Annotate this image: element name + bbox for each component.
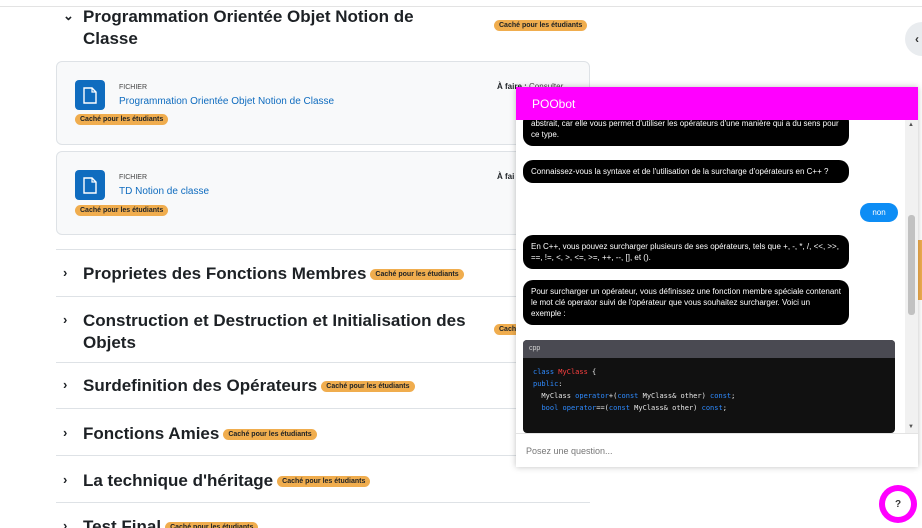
section-title[interactable]: Construction et Destruction et Initialis…	[83, 310, 466, 332]
side-badge-strip	[918, 240, 922, 300]
section-divider	[56, 362, 590, 363]
section-header-construction[interactable]: › Construction et Destruction et Initial…	[63, 310, 466, 354]
hidden-badge: Caché pour les étudiants	[75, 114, 169, 125]
chevron-down-icon: ⌄	[63, 8, 74, 23]
activity-card: FICHIER Programmation Orientée Objet Not…	[56, 61, 590, 145]
code-block: cpp class MyClass { public: MyClass oper…	[523, 340, 895, 433]
code-language: cpp	[523, 340, 895, 358]
chevron-right-icon: ›	[63, 472, 68, 487]
section-title-line2[interactable]: Objets	[83, 332, 466, 354]
section-divider	[56, 502, 590, 503]
chevron-left-icon: ‹	[915, 32, 919, 46]
hidden-badge: Caché pour les étudiants	[370, 269, 464, 280]
section-header-fonctions-amies[interactable]: › Fonctions Amies Caché pour les étudian…	[63, 423, 317, 445]
activity-type: FICHIER	[119, 84, 147, 91]
chatbot-messages[interactable]: abstrait, car elle vous permet d'utilise…	[516, 120, 918, 433]
chatbot-window: POObot abstrait, car elle vous permet d'…	[516, 87, 918, 467]
activity-type: FICHIER	[119, 174, 147, 181]
file-icon	[75, 170, 105, 200]
chevron-right-icon: ›	[63, 425, 68, 440]
activity-link[interactable]: TD Notion de classe	[119, 186, 209, 197]
bot-message: En C++, vous pouvez surcharger plusieurs…	[523, 235, 849, 269]
completion-status: À fai	[497, 172, 515, 181]
hidden-badge: Caché pour les étudiants	[277, 476, 371, 487]
file-icon	[75, 80, 105, 110]
section-divider	[56, 455, 590, 456]
chevron-right-icon: ›	[63, 518, 68, 528]
hidden-badge: Caché pour les étudiants	[223, 429, 317, 440]
hidden-badge: Caché pour les étudiants	[75, 205, 169, 216]
section-header-surdefinition[interactable]: › Surdefinition des Opérateurs Caché pou…	[63, 375, 415, 397]
section-title[interactable]: Proprietes des Fonctions Membres	[83, 263, 366, 285]
section-header-proprietes[interactable]: › Proprietes des Fonctions Membres Caché…	[63, 263, 464, 285]
question-mark-icon: ?	[885, 491, 911, 517]
section-title[interactable]: Programmation Orientée Objet Notion de	[83, 6, 414, 28]
chevron-right-icon: ›	[63, 265, 68, 280]
chatbot-title: POObot	[532, 97, 576, 111]
section-title[interactable]: Fonctions Amies	[83, 423, 219, 445]
drawer-toggle-button[interactable]: ‹	[905, 22, 922, 56]
section-title-line2[interactable]: Classe	[83, 28, 414, 50]
chevron-right-icon: ›	[63, 312, 68, 327]
activity-card: FICHIER TD Notion de classe Caché pour l…	[56, 151, 590, 235]
bot-message: Connaissez-vous la syntaxe et de l'utili…	[523, 160, 849, 183]
chat-question-input[interactable]: Posez une question...	[516, 433, 918, 467]
user-message: non	[860, 203, 898, 222]
activity-link[interactable]: Programmation Orientée Objet Notion de C…	[119, 96, 334, 107]
hidden-badge: Caché pour les étudiants	[321, 381, 415, 392]
hidden-badge: Caché pour les étudiants	[165, 522, 259, 528]
section-title[interactable]: Test Final	[83, 516, 161, 528]
section-header-poo-notion-classe[interactable]: ⌄ Programmation Orientée Objet Notion de…	[63, 6, 414, 50]
section-divider	[56, 249, 590, 250]
section-divider	[56, 408, 590, 409]
scroll-up-arrow-icon[interactable]: ▲	[908, 122, 914, 128]
scroll-thumb[interactable]	[908, 215, 915, 315]
section-header-heritage[interactable]: › La technique d'héritage Caché pour les…	[63, 470, 371, 492]
section-title[interactable]: Surdefinition des Opérateurs	[83, 375, 317, 397]
section-divider	[56, 296, 590, 297]
chatbot-header: POObot	[516, 87, 918, 120]
chevron-right-icon: ›	[63, 377, 68, 392]
hidden-badge: Caché pour les étudiants	[494, 20, 588, 31]
section-title[interactable]: La technique d'héritage	[83, 470, 273, 492]
scroll-down-arrow-icon[interactable]: ▼	[908, 424, 914, 430]
chat-scrollbar[interactable]: ▲ ▼	[905, 120, 918, 433]
bot-message: abstrait, car elle vous permet d'utilise…	[523, 120, 849, 146]
help-button[interactable]: ?	[879, 485, 917, 523]
code-content: class MyClass { public: MyClass operator…	[533, 368, 736, 412]
section-header-test-final[interactable]: › Test Final Caché pour les étudiants	[63, 516, 259, 528]
bot-message: Pour surcharger un opérateur, vous défin…	[523, 280, 849, 325]
